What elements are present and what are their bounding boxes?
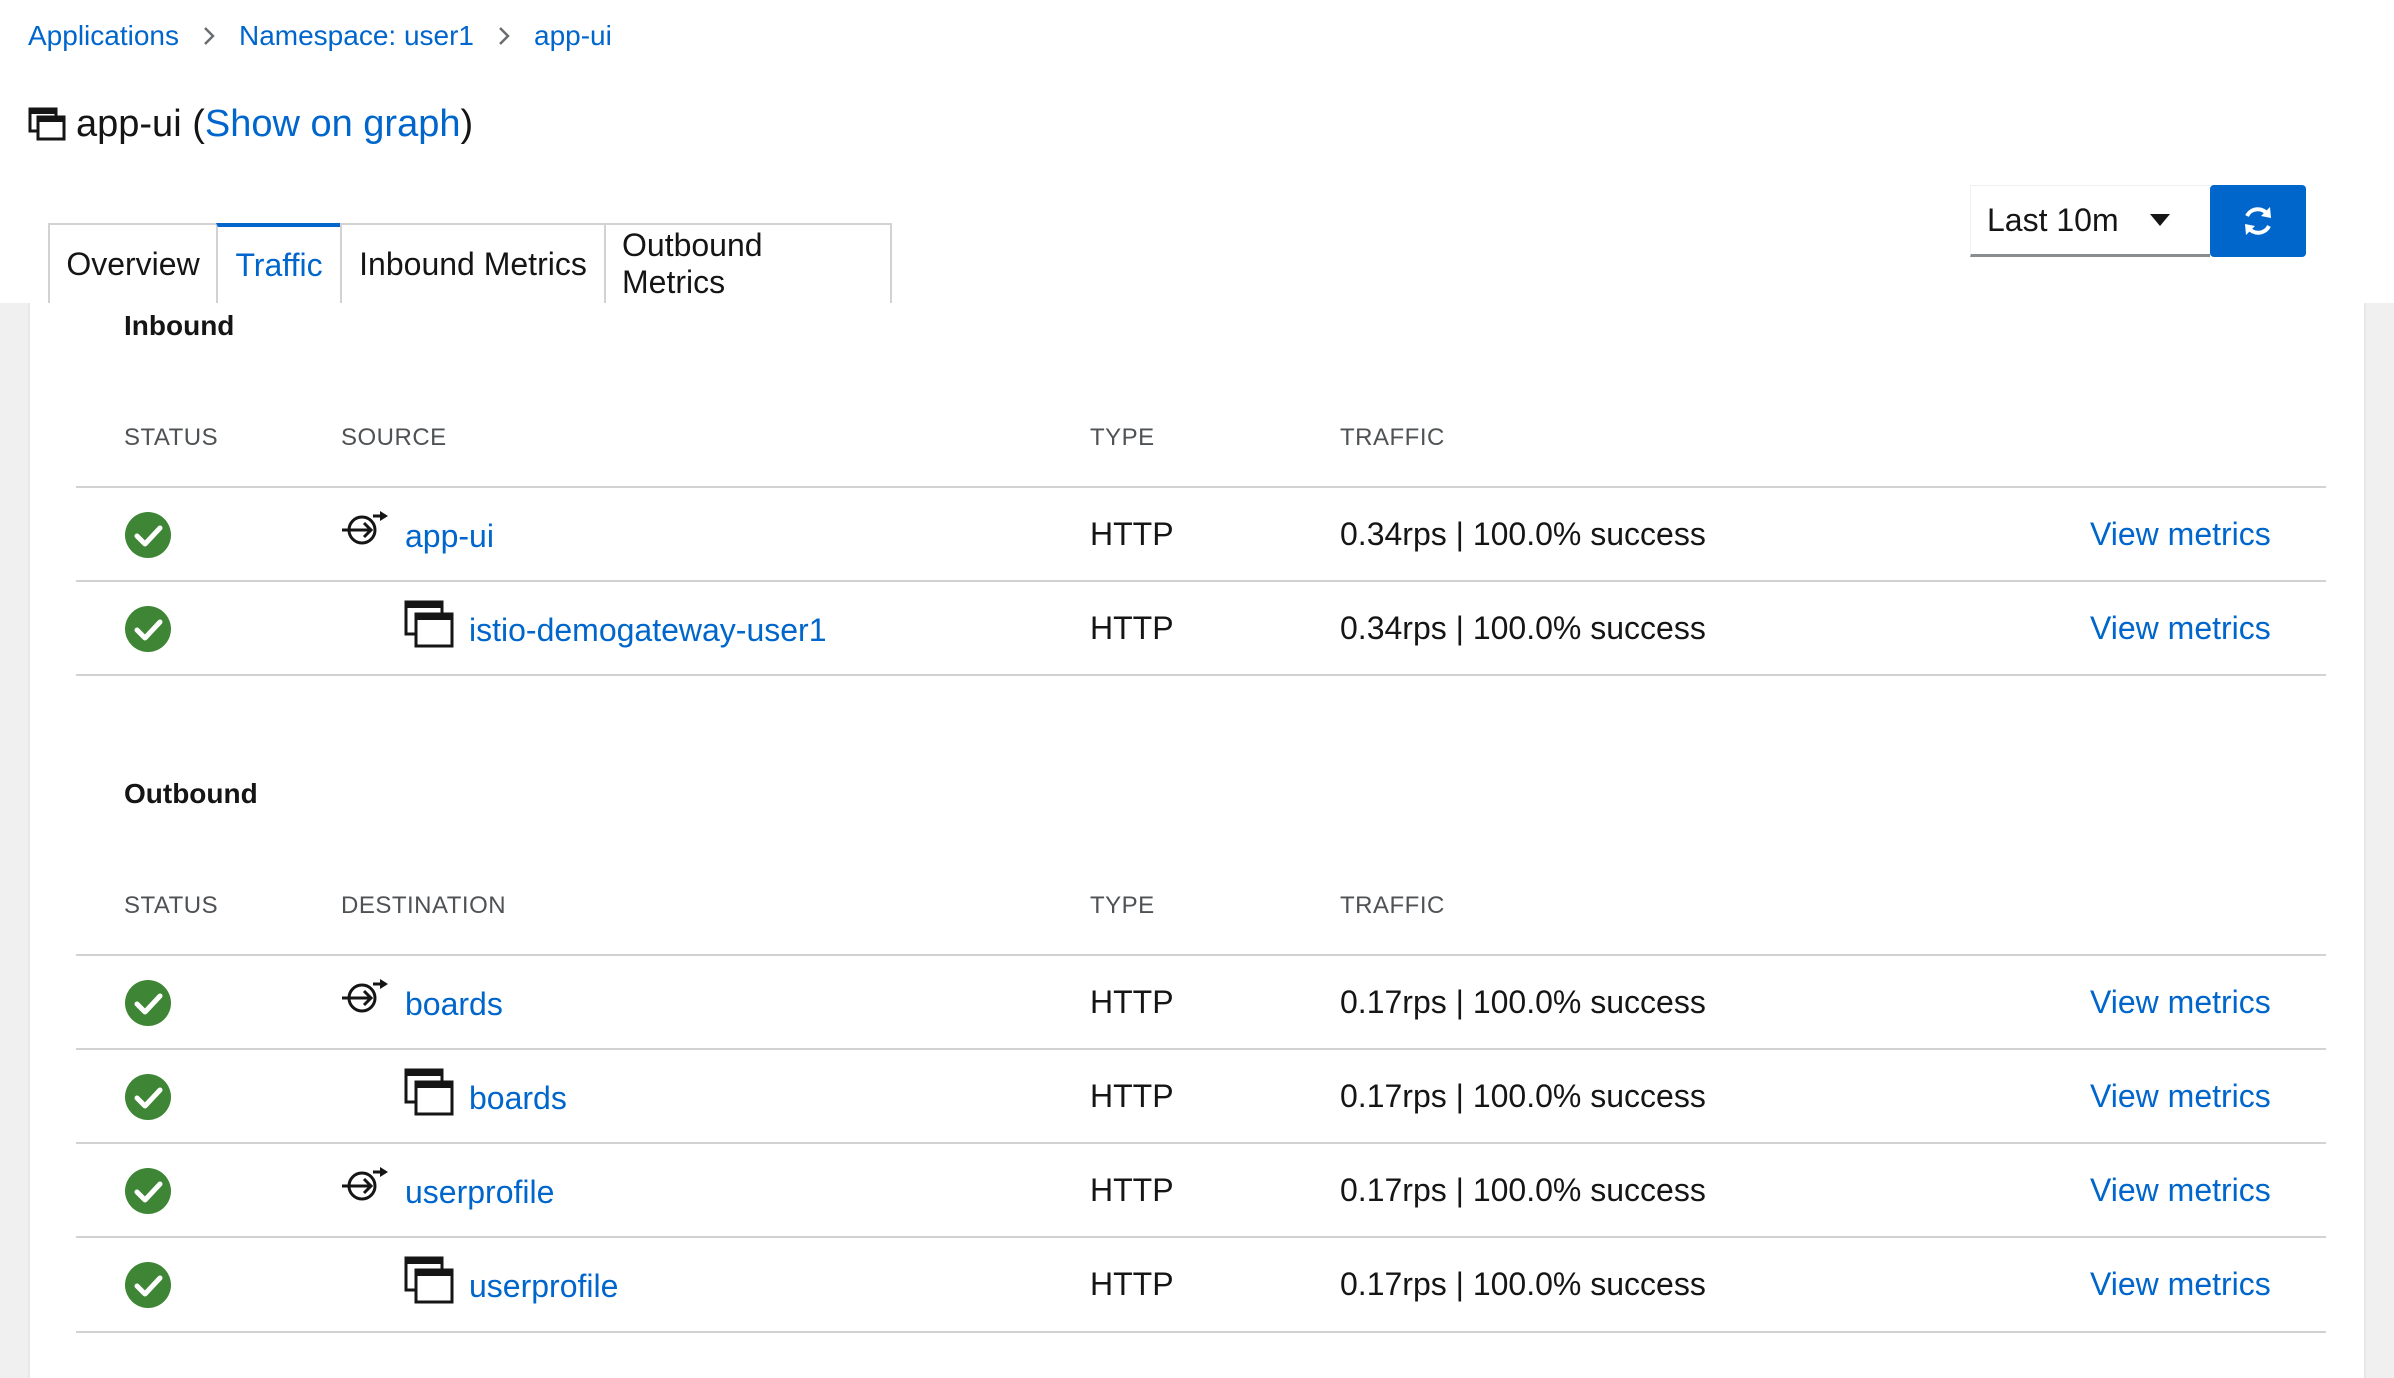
outbound-header-type: TYPE: [1090, 892, 1155, 919]
tab-overview[interactable]: Overview: [48, 223, 216, 305]
inbound-source-link[interactable]: app-ui: [405, 518, 494, 555]
inbound-source-link[interactable]: istio-demogateway-user1: [469, 612, 827, 649]
outbound-type: HTTP: [1090, 1078, 1174, 1114]
inbound-type: HTTP: [1090, 610, 1174, 646]
outbound-header-traffic: TRAFFIC: [1340, 892, 1445, 919]
service-icon: [342, 511, 388, 545]
caret-down-icon: [2150, 214, 2170, 226]
view-metrics-link[interactable]: View metrics: [2090, 516, 2271, 553]
paren-close: ): [460, 102, 474, 145]
breadcrumb-namespace[interactable]: Namespace: user1: [239, 20, 474, 52]
application-icon: [28, 105, 66, 143]
outbound-type: HTTP: [1090, 1266, 1174, 1302]
divider: [76, 674, 2326, 676]
check-circle-icon: [125, 606, 171, 652]
tab-traffic[interactable]: Traffic: [216, 223, 340, 305]
outbound-row: boards HTTP 0.17rps | 100.0% success Vie…: [76, 1050, 2326, 1144]
divider: [76, 1331, 2326, 1333]
inbound-row: istio-demogateway-user1 HTTP 0.34rps | 1…: [76, 582, 2326, 676]
workload-icon: [404, 600, 454, 648]
inbound-header-status: STATUS: [124, 424, 219, 451]
tab-outbound-metrics[interactable]: Outbound Metrics: [604, 223, 892, 305]
outbound-traffic: 0.17rps | 100.0% success: [1340, 1266, 1706, 1302]
refresh-button[interactable]: [2210, 185, 2306, 257]
check-circle-icon: [125, 1262, 171, 1308]
view-metrics-link[interactable]: View metrics: [2090, 1172, 2271, 1209]
paren-open: (: [192, 102, 205, 145]
service-icon: [342, 1167, 388, 1201]
outbound-row: userprofile HTTP 0.17rps | 100.0% succes…: [76, 1238, 2326, 1332]
outbound-destination-link[interactable]: userprofile: [469, 1268, 618, 1305]
outbound-destination-link[interactable]: boards: [405, 986, 503, 1023]
breadcrumb-applications[interactable]: Applications: [28, 20, 179, 52]
view-metrics-link[interactable]: View metrics: [2090, 984, 2271, 1021]
workload-icon: [404, 1068, 454, 1116]
outbound-header-destination: DESTINATION: [341, 892, 507, 919]
check-circle-icon: [125, 1168, 171, 1214]
refresh-icon: [2245, 207, 2271, 235]
inbound-header-source: SOURCE: [341, 424, 447, 451]
outbound-title: Outbound: [124, 778, 258, 809]
inbound-traffic: 0.34rps | 100.0% success: [1340, 610, 1706, 646]
show-on-graph-link[interactable]: Show on graph: [205, 103, 461, 146]
page-background-right: [2366, 303, 2394, 1378]
tab-inbound-metrics[interactable]: Inbound Metrics: [340, 223, 604, 305]
time-range-select[interactable]: Last 10m: [1970, 185, 2210, 257]
chevron-right-icon: [179, 26, 239, 46]
inbound-title: Inbound: [124, 310, 235, 341]
outbound-row: boards HTTP 0.17rps | 100.0% success Vie…: [76, 956, 2326, 1050]
outbound-type: HTTP: [1090, 984, 1174, 1020]
inbound-header-type: TYPE: [1090, 424, 1155, 451]
outbound-row: userprofile HTTP 0.17rps | 100.0% succes…: [76, 1144, 2326, 1238]
inbound-traffic: 0.34rps | 100.0% success: [1340, 516, 1706, 552]
view-metrics-link[interactable]: View metrics: [2090, 1266, 2271, 1303]
chevron-right-icon: [474, 26, 534, 46]
service-icon: [342, 979, 388, 1013]
outbound-destination-link[interactable]: userprofile: [405, 1174, 554, 1211]
check-circle-icon: [125, 1074, 171, 1120]
breadcrumb: Applications Namespace: user1 app-ui: [28, 16, 612, 56]
check-circle-icon: [125, 980, 171, 1026]
outbound-header-status: STATUS: [124, 892, 219, 919]
outbound-traffic: 0.17rps | 100.0% success: [1340, 1172, 1706, 1208]
view-metrics-link[interactable]: View metrics: [2090, 1078, 2271, 1115]
inbound-type: HTTP: [1090, 516, 1174, 552]
tab-bar: Overview Traffic Inbound Metrics Outboun…: [48, 223, 892, 305]
workload-icon: [404, 1256, 454, 1304]
inbound-row: app-ui HTTP 0.34rps | 100.0% success Vie…: [76, 488, 2326, 582]
app-name: app-ui: [76, 102, 182, 145]
outbound-traffic: 0.17rps | 100.0% success: [1340, 1078, 1706, 1114]
page-title: app-ui (Show on graph): [28, 98, 473, 150]
view-metrics-link[interactable]: View metrics: [2090, 610, 2271, 647]
time-range-value: Last 10m: [1987, 201, 2119, 238]
outbound-traffic: 0.17rps | 100.0% success: [1340, 984, 1706, 1020]
inbound-header-traffic: TRAFFIC: [1340, 424, 1445, 451]
page-background-left: [0, 303, 28, 1378]
breadcrumb-app[interactable]: app-ui: [534, 20, 612, 52]
check-circle-icon: [125, 512, 171, 558]
outbound-destination-link[interactable]: boards: [469, 1080, 567, 1117]
outbound-type: HTTP: [1090, 1172, 1174, 1208]
